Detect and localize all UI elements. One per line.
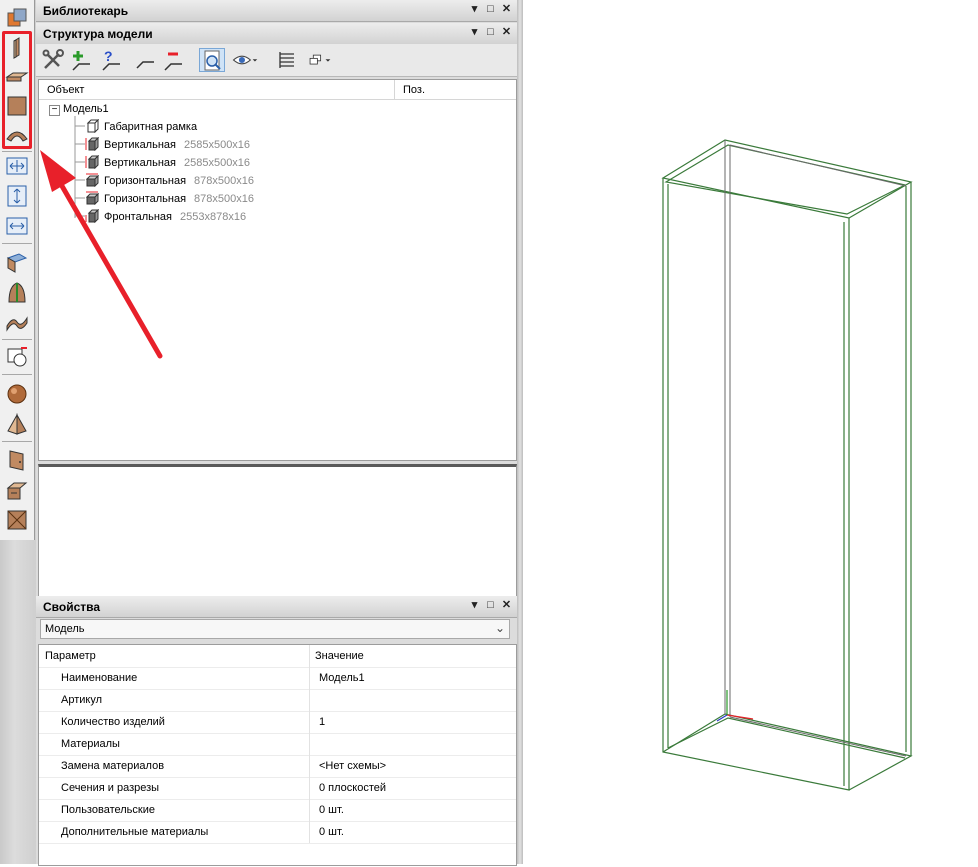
property-value[interactable]: 0 шт.: [319, 821, 344, 843]
column-divider: [309, 799, 310, 821]
drawer-tool[interactable]: [5, 478, 29, 502]
annotation-arrow: [40, 150, 163, 359]
facade-icon: [5, 508, 29, 532]
property-row[interactable]: Пользовательские 0 шт.: [39, 799, 516, 822]
facade-tool[interactable]: [5, 508, 29, 532]
properties-panel-label: Свойства: [43, 600, 101, 614]
property-name: Замена материалов: [61, 760, 165, 772]
properties-object-select[interactable]: Модель ⌄: [40, 619, 510, 639]
property-name: Дополнительные материалы: [61, 826, 209, 838]
magnifier-page-icon: [200, 49, 224, 73]
tree-item-size: 878x500x16: [194, 175, 254, 187]
column-divider: [309, 733, 310, 755]
preview-button[interactable]: [199, 48, 225, 72]
stack-icon: [306, 48, 338, 72]
sphere-icon: [5, 382, 29, 406]
property-row[interactable]: Сечения и разрезы 0 плоскостей: [39, 777, 516, 800]
property-value[interactable]: Модель1: [319, 667, 365, 689]
column-position-header[interactable]: Поз.: [395, 80, 516, 100]
properties-object-value: Модель: [45, 623, 85, 635]
properties-grid: Параметр Значение Наименование Модель1 Ар…: [38, 644, 517, 866]
property-row[interactable]: Дополнительные материалы 0 шт.: [39, 821, 516, 844]
property-value[interactable]: 0 шт.: [319, 799, 344, 821]
property-row[interactable]: Замена материалов <Нет схемы>: [39, 755, 516, 778]
door-tool[interactable]: [5, 448, 29, 472]
column-divider: [309, 689, 310, 711]
model-viewport[interactable]: [523, 0, 978, 864]
library-close-button[interactable]: ✕: [500, 3, 513, 16]
value-column-header: Значение: [315, 650, 364, 662]
copy-dropdown[interactable]: [306, 48, 338, 72]
properties-panel-title: Свойства ▾ □ ✕: [36, 596, 517, 618]
library-maximize-button[interactable]: □: [484, 3, 497, 16]
property-row[interactable]: Артикул: [39, 689, 516, 712]
property-name: Материалы: [61, 738, 120, 750]
properties-minimize-button[interactable]: ▾: [468, 599, 481, 612]
column-divider: [309, 821, 310, 843]
property-name: Количество изделий: [61, 716, 165, 728]
eye-icon: [232, 48, 266, 72]
axis-gizmo: [716, 690, 754, 722]
pyramid-tool[interactable]: [5, 412, 29, 436]
visibility-dropdown[interactable]: [232, 48, 266, 72]
sphere-tool[interactable]: [5, 382, 29, 406]
structure-close-button[interactable]: ✕: [500, 26, 513, 39]
tree-view-button[interactable]: [274, 48, 300, 72]
column-divider: [309, 711, 310, 733]
property-name: Сечения и разрезы: [61, 782, 160, 794]
tree-item-size: 878x500x16: [194, 193, 254, 205]
chevron-down-icon: ⌄: [494, 621, 505, 635]
tree-list-icon: [274, 48, 300, 72]
door-icon: [5, 448, 29, 472]
column-divider: [309, 667, 310, 689]
property-name: Наименование: [61, 672, 138, 684]
structure-detail-area: [38, 464, 517, 598]
property-value[interactable]: 1: [319, 711, 325, 733]
properties-close-button[interactable]: ✕: [500, 599, 513, 612]
property-name: Пользовательские: [61, 804, 155, 816]
column-divider: [309, 645, 310, 667]
property-row[interactable]: Наименование Модель1: [39, 667, 516, 690]
drawer-icon: [5, 478, 29, 502]
property-row[interactable]: Материалы: [39, 733, 516, 756]
column-divider: [309, 777, 310, 799]
property-value[interactable]: 0 плоскостей: [319, 777, 386, 799]
properties-header: Параметр Значение: [39, 645, 516, 668]
structure-maximize-button[interactable]: □: [484, 26, 497, 39]
property-value[interactable]: <Нет схемы>: [319, 755, 386, 777]
property-name: Артикул: [61, 694, 103, 706]
pyramid-icon: [5, 412, 29, 436]
structure-minimize-button[interactable]: ▾: [468, 26, 481, 39]
cabinet-wireframe: [661, 139, 913, 791]
param-column-header: Параметр: [45, 650, 96, 662]
library-minimize-button[interactable]: ▾: [468, 3, 481, 16]
column-divider: [309, 755, 310, 777]
property-row[interactable]: Количество изделий 1: [39, 711, 516, 734]
properties-maximize-button[interactable]: □: [484, 599, 497, 612]
toolbar-separator: [2, 441, 32, 442]
